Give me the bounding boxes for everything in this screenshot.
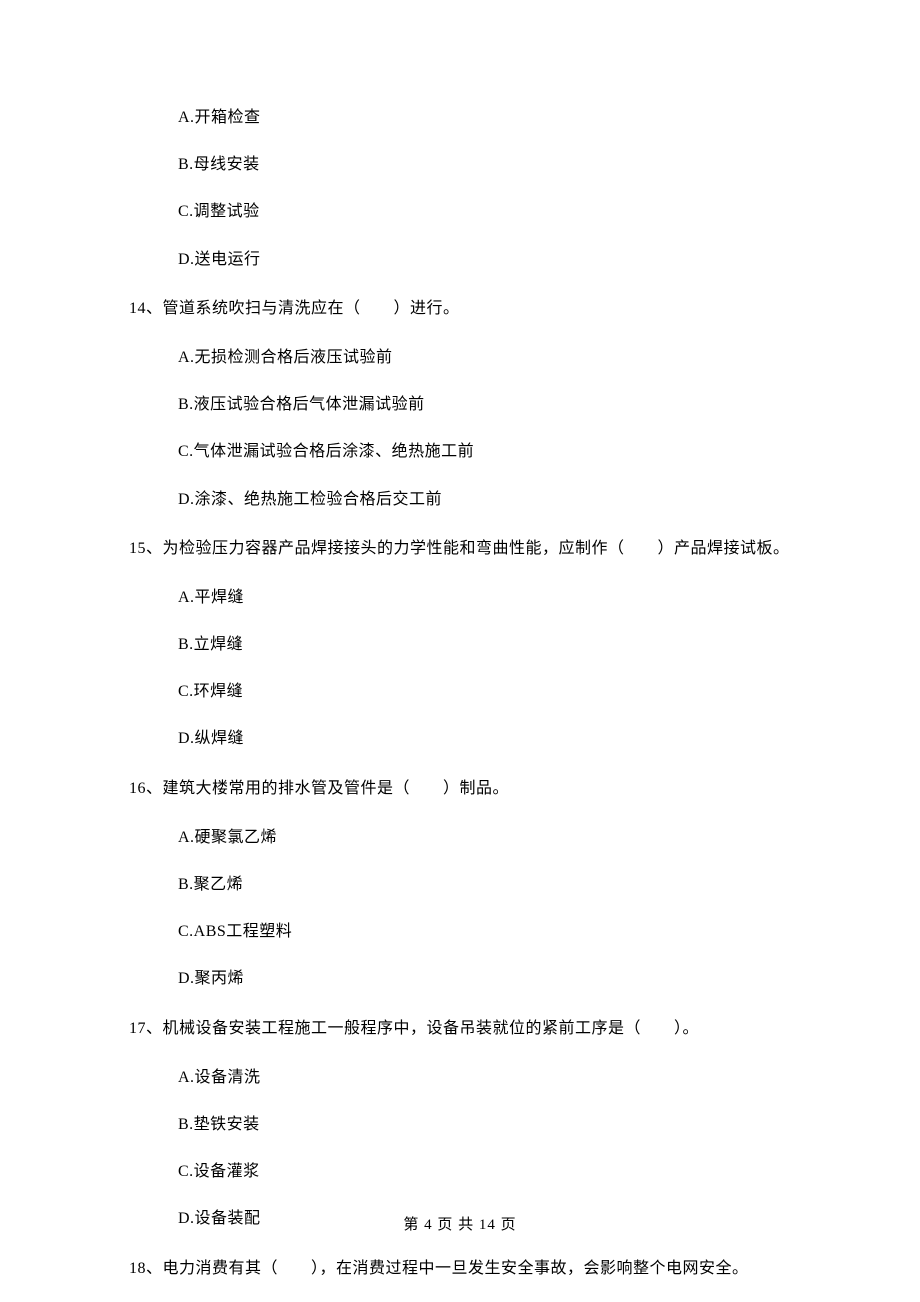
- prev-question-options: A.开箱检查 B.母线安装 C.调整试验 D.送电运行: [0, 108, 920, 269]
- option-label: B.垫铁安装: [0, 1115, 920, 1134]
- option-label: D.涂漆、绝热施工检验合格后交工前: [0, 490, 920, 509]
- option-label: A.平焊缝: [0, 588, 920, 607]
- option-label: A.开箱检查: [0, 108, 920, 127]
- question-15: 15、为检验压力容器产品焊接接头的力学性能和弯曲性能，应制作（ ）产品焊接试板。…: [0, 539, 920, 749]
- question-stem: 14、管道系统吹扫与清洗应在（ ）进行。: [0, 299, 920, 318]
- option-label: D.纵焊缝: [0, 729, 920, 748]
- question-14: 14、管道系统吹扫与清洗应在（ ）进行。 A.无损检测合格后液压试验前 B.液压…: [0, 299, 920, 509]
- option-label: C.气体泄漏试验合格后涂漆、绝热施工前: [0, 442, 920, 461]
- option-label: B.母线安装: [0, 155, 920, 174]
- question-stem: 16、建筑大楼常用的排水管及管件是（ ）制品。: [0, 779, 920, 798]
- option-label: C.设备灌浆: [0, 1162, 920, 1181]
- question-17: 17、机械设备安装工程施工一般程序中，设备吊装就位的紧前工序是（ ）。 A.设备…: [0, 1019, 920, 1229]
- option-label: A.硬聚氯乙烯: [0, 828, 920, 847]
- option-label: B.液压试验合格后气体泄漏试验前: [0, 395, 920, 414]
- question-stem: 18、电力消费有其（ ），在消费过程中一旦发生安全事故，会影响整个电网安全。: [0, 1259, 920, 1278]
- option-label: A.无损检测合格后液压试验前: [0, 348, 920, 367]
- option-label: C.环焊缝: [0, 682, 920, 701]
- option-label: D.送电运行: [0, 250, 920, 269]
- question-stem: 15、为检验压力容器产品焊接接头的力学性能和弯曲性能，应制作（ ）产品焊接试板。: [0, 539, 920, 558]
- option-label: A.设备清洗: [0, 1068, 920, 1087]
- option-label: C.调整试验: [0, 202, 920, 221]
- question-16: 16、建筑大楼常用的排水管及管件是（ ）制品。 A.硬聚氯乙烯 B.聚乙烯 C.…: [0, 779, 920, 989]
- option-label: B.立焊缝: [0, 635, 920, 654]
- question-stem: 17、机械设备安装工程施工一般程序中，设备吊装就位的紧前工序是（ ）。: [0, 1019, 920, 1038]
- option-label: C.ABS工程塑料: [0, 922, 920, 941]
- option-label: D.聚丙烯: [0, 969, 920, 988]
- page: A.开箱检查 B.母线安装 C.调整试验 D.送电运行 14、管道系统吹扫与清洗…: [0, 0, 920, 1302]
- option-label: B.聚乙烯: [0, 875, 920, 894]
- question-18: 18、电力消费有其（ ），在消费过程中一旦发生安全事故，会影响整个电网安全。: [0, 1259, 920, 1278]
- page-footer: 第 4 页 共 14 页: [0, 1213, 920, 1234]
